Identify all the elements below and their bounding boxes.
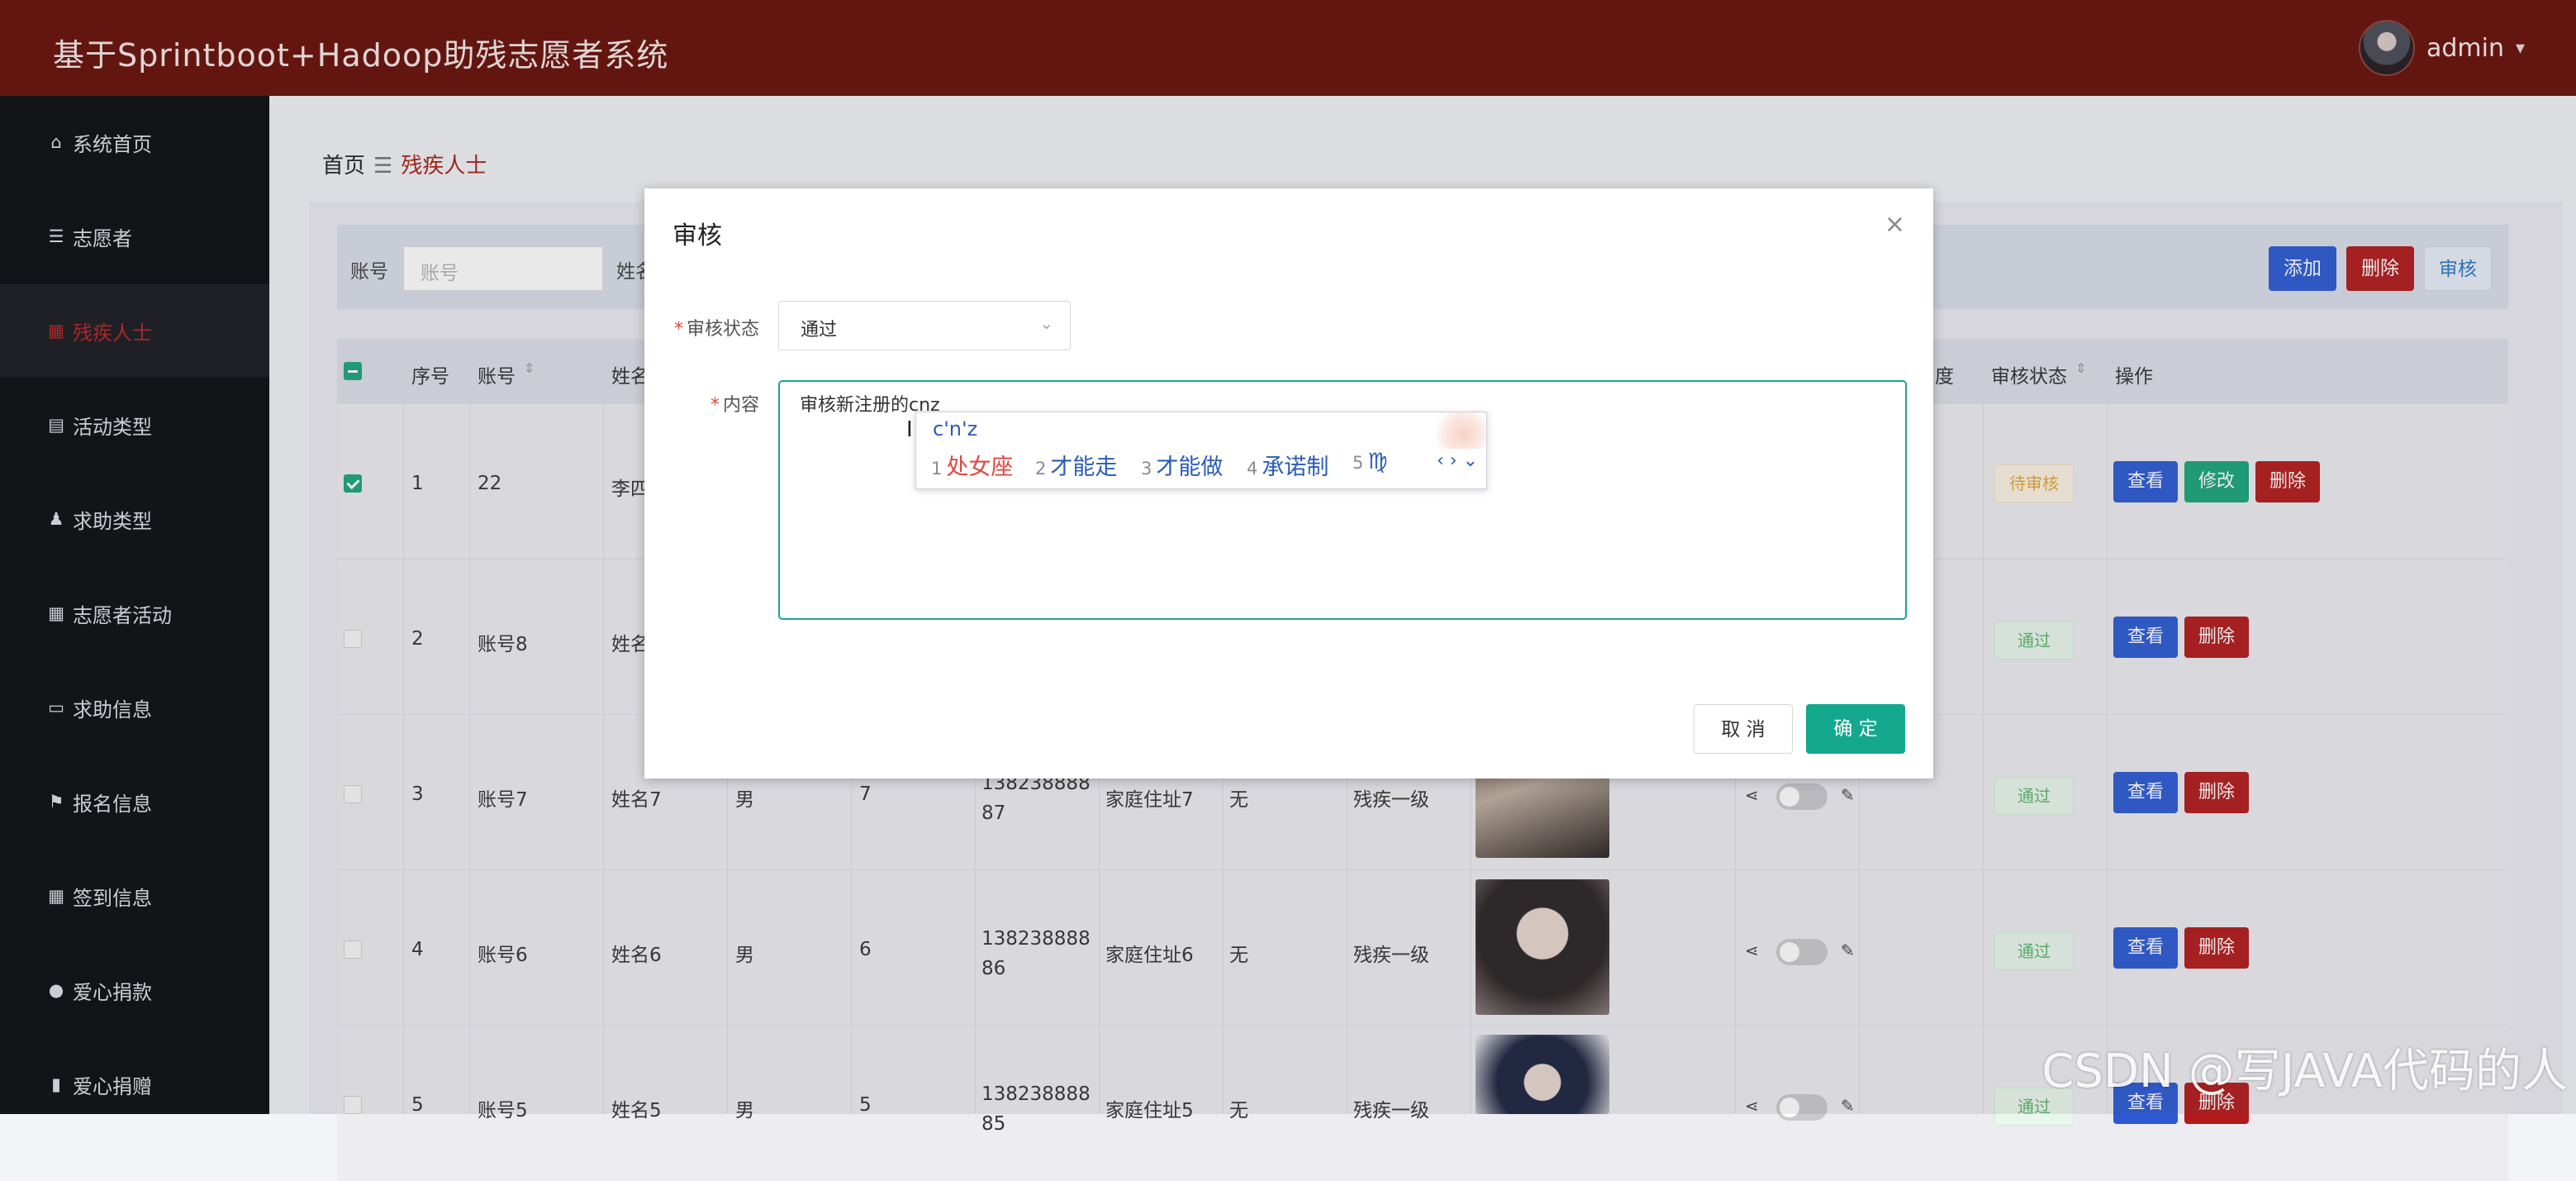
ime-candidate[interactable]: 3 才能做	[1141, 449, 1223, 481]
audit-dialog: 审核 × * 审核状态 通过 ⌄ * 内容 审核新注册的cnz I c'n'z 1处…	[644, 188, 1933, 779]
close-icon[interactable]: ×	[1884, 210, 1905, 239]
cancel-button[interactable]: 取 消	[1694, 704, 1793, 754]
ime-candidate[interactable]: 4 承诺制	[1247, 449, 1328, 481]
text-cursor-icon: I	[906, 417, 913, 442]
confirm-button[interactable]: 确 定	[1806, 704, 1905, 754]
dialog-title: 审核	[673, 221, 722, 250]
ime-candidate-popup: I c'n'z 1 处女座 2 才能走 3 才能做 4 承诺制 5 ♍ ‹ › ⌄	[906, 412, 1487, 489]
ime-composition: c'n'z	[933, 417, 978, 440]
watermark: CSDN @写JAVA代码的人	[2041, 1045, 2568, 1098]
audit-status-value: 通过	[801, 320, 838, 340]
ime-candidate[interactable]: 5 ♍	[1352, 449, 1388, 474]
ime-candidate[interactable]: 1 处女座	[931, 449, 1013, 481]
audit-status-label: * 审核状态	[674, 319, 760, 340]
chevron-down-icon: ⌄	[1039, 313, 1053, 333]
content-label: * 内容	[711, 395, 760, 416]
ime-candidate[interactable]: 2 才能走	[1035, 449, 1117, 481]
ime-page-nav[interactable]: ‹ › ⌄	[1437, 450, 1478, 471]
ime-skin-decoration	[1428, 412, 1486, 449]
audit-status-select[interactable]: 通过 ⌄	[778, 301, 1071, 350]
